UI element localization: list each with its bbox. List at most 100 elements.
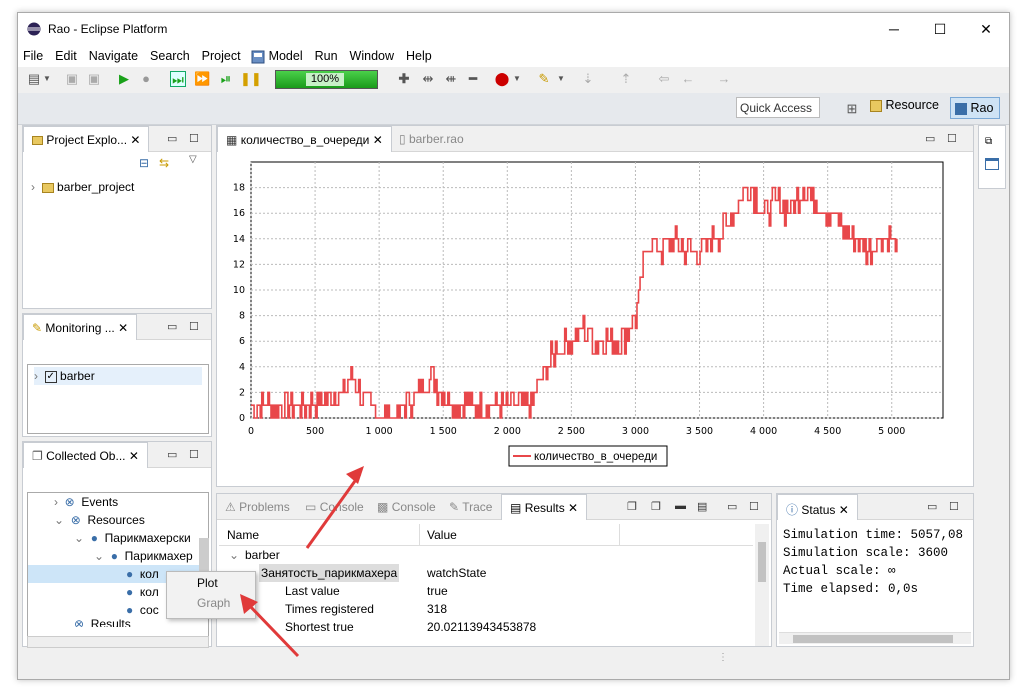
- zoom-fit-x-icon[interactable]: ⇹: [420, 71, 436, 87]
- new-dropdown-icon[interactable]: ▼: [42, 71, 52, 87]
- monitor-item-barber[interactable]: › ✓ barber: [34, 367, 202, 385]
- save-icon[interactable]: ▣: [64, 71, 80, 87]
- maximize-view-icon[interactable]: ☐: [947, 132, 957, 145]
- minimize-view-icon[interactable]: ▭: [927, 500, 937, 513]
- context-menu-plot[interactable]: Plot: [167, 572, 255, 594]
- tab-collected[interactable]: ❐ Collected Ob... ✕: [23, 442, 148, 468]
- tab-barber-rao[interactable]: ▯ barber.rao: [391, 126, 472, 152]
- perspective-resource[interactable]: Resource: [870, 98, 939, 112]
- zoom-out-icon[interactable]: ━: [465, 71, 481, 87]
- status-horizontal-scrollbar[interactable]: [779, 632, 971, 644]
- save-all-icon[interactable]: ▣: [86, 71, 102, 87]
- table-row[interactable]: Times registered 318: [219, 600, 753, 618]
- view-action-icon[interactable]: ▬: [675, 500, 686, 512]
- maximize-view-icon[interactable]: ☐: [949, 500, 959, 513]
- pause-icon[interactable]: ❚❚: [240, 71, 262, 87]
- tree-item-resource[interactable]: ⌄ ● Парикмахер: [28, 547, 208, 565]
- close-tab-icon[interactable]: ✕: [118, 321, 128, 335]
- zoom-fit-y-icon[interactable]: ⇺: [443, 71, 459, 87]
- close-tab-icon[interactable]: ✕: [373, 133, 383, 147]
- close-button[interactable]: ✕: [963, 13, 1009, 45]
- tab-console-1[interactable]: ▭ Console: [297, 494, 372, 520]
- menu-navigate[interactable]: Navigate: [83, 45, 144, 63]
- minimize-view-icon[interactable]: ▭: [167, 320, 177, 333]
- expand-icon[interactable]: ›: [34, 369, 38, 383]
- menu-run[interactable]: Run: [309, 45, 344, 63]
- tab-chart[interactable]: ▦ количество_в_очереди ✕: [217, 126, 392, 152]
- tab-project-explorer[interactable]: Project Explo... ✕: [23, 126, 150, 152]
- tree-item-resource-type[interactable]: ⌄ ● Парикмахерски: [28, 529, 208, 547]
- expand-icon[interactable]: ›: [31, 180, 35, 194]
- zoom-in-icon[interactable]: ✚: [396, 71, 412, 87]
- tab-monitoring[interactable]: ✎ Monitoring ... ✕: [23, 314, 138, 340]
- maximize-view-icon[interactable]: ☐: [189, 132, 199, 145]
- maximize-view-icon[interactable]: ☐: [189, 320, 199, 333]
- table-row[interactable]: Shortest true 20.02113943453878: [219, 618, 753, 636]
- menu-project[interactable]: Project: [196, 45, 247, 63]
- tools-icon[interactable]: ✎: [536, 71, 552, 87]
- maximize-button[interactable]: ☐: [917, 13, 963, 45]
- status-line-sim-time: Simulation time: 5057,08: [783, 528, 964, 542]
- quick-access-input[interactable]: Quick Access: [736, 97, 820, 118]
- menu-help[interactable]: Help: [400, 45, 438, 63]
- tree-item-results[interactable]: ⊗ Results: [28, 619, 208, 627]
- tree-item-events[interactable]: › ⊗ Events: [28, 493, 208, 511]
- table-row[interactable]: Last value true: [219, 582, 753, 600]
- view-action-icon[interactable]: ❐: [627, 500, 637, 513]
- stop-icon[interactable]: ●: [138, 71, 154, 87]
- new-icon[interactable]: ▤: [26, 71, 42, 87]
- minimize-button[interactable]: ─: [871, 13, 917, 45]
- tools-dropdown-icon[interactable]: ▼: [556, 71, 566, 87]
- close-tab-icon[interactable]: ✕: [568, 501, 578, 515]
- table-row[interactable]: Занятость_парикмахера watchState: [219, 564, 753, 582]
- open-perspective-icon[interactable]: ⊞: [844, 101, 860, 117]
- minimize-view-icon[interactable]: ▭: [925, 132, 935, 145]
- view-action-icon[interactable]: ▤: [697, 500, 707, 513]
- tab-console-2[interactable]: ▩ Console: [369, 494, 444, 520]
- speed-max-icon[interactable]: ⏭: [170, 71, 186, 87]
- step-icon[interactable]: ⏯: [218, 71, 234, 87]
- next-annotation-icon[interactable]: ⇣: [580, 71, 596, 87]
- results-vertical-scrollbar[interactable]: [755, 524, 769, 646]
- column-name-header[interactable]: Name: [227, 528, 259, 542]
- view-action-icon[interactable]: ❐: [651, 500, 661, 513]
- last-edit-icon[interactable]: ⇦: [656, 71, 672, 87]
- horizontal-scrollbar[interactable]: [27, 636, 209, 648]
- close-tab-icon[interactable]: ✕: [130, 133, 140, 147]
- perspective-rao[interactable]: Rao: [950, 97, 1000, 119]
- column-value-header[interactable]: Value: [427, 528, 457, 542]
- run-icon[interactable]: ▶: [116, 71, 132, 87]
- maximize-view-icon[interactable]: ☐: [189, 448, 199, 461]
- close-tab-icon[interactable]: ✕: [839, 503, 849, 517]
- menu-edit[interactable]: Edit: [49, 45, 83, 63]
- back-icon[interactable]: ←: [680, 71, 696, 87]
- minimize-view-icon[interactable]: ▭: [167, 448, 177, 461]
- tab-trace[interactable]: ✎ Trace: [441, 494, 500, 520]
- debug-icon[interactable]: ⬤: [494, 71, 510, 87]
- tree-item-resources[interactable]: ⌄ ⊗ Resources: [28, 511, 208, 529]
- maximize-view-icon[interactable]: ☐: [749, 500, 759, 513]
- menu-window[interactable]: Window: [344, 45, 400, 63]
- menu-file[interactable]: File: [18, 45, 49, 63]
- forward-icon[interactable]: →: [716, 71, 732, 87]
- restore-icon[interactable]: ⧉: [985, 136, 992, 147]
- collapse-all-icon[interactable]: ⊟: [139, 156, 149, 170]
- prev-annotation-icon[interactable]: ⇡: [618, 71, 634, 87]
- tab-status[interactable]: ⓘ Status ✕: [777, 494, 858, 520]
- minimize-view-icon[interactable]: ▭: [727, 500, 737, 513]
- menu-search[interactable]: Search: [144, 45, 196, 63]
- tree-item-barber-project[interactable]: › barber_project: [31, 178, 134, 196]
- checkbox[interactable]: ✓: [44, 370, 57, 383]
- minimize-view-icon[interactable]: ▭: [167, 132, 177, 145]
- context-menu-graph[interactable]: Graph: [167, 594, 255, 612]
- close-tab-icon[interactable]: ✕: [129, 449, 139, 463]
- debug-dropdown-icon[interactable]: ▼: [512, 71, 522, 87]
- line-chart[interactable]: 0 2 4 6 8 10 12 14 16 18 0 500 1 000 1 500 2 000 2 500 3…: [217, 152, 973, 486]
- link-editor-icon[interactable]: ⇆: [159, 156, 169, 170]
- view-menu-icon[interactable]: ▽: [189, 154, 197, 165]
- view-icon[interactable]: [985, 158, 999, 170]
- speed-fast-icon[interactable]: ⏩: [194, 71, 210, 87]
- tab-results[interactable]: ▤ Results ✕: [501, 494, 588, 520]
- table-row[interactable]: ⌄ barber: [219, 546, 753, 564]
- tab-problems[interactable]: ⚠ Problems: [217, 494, 298, 520]
